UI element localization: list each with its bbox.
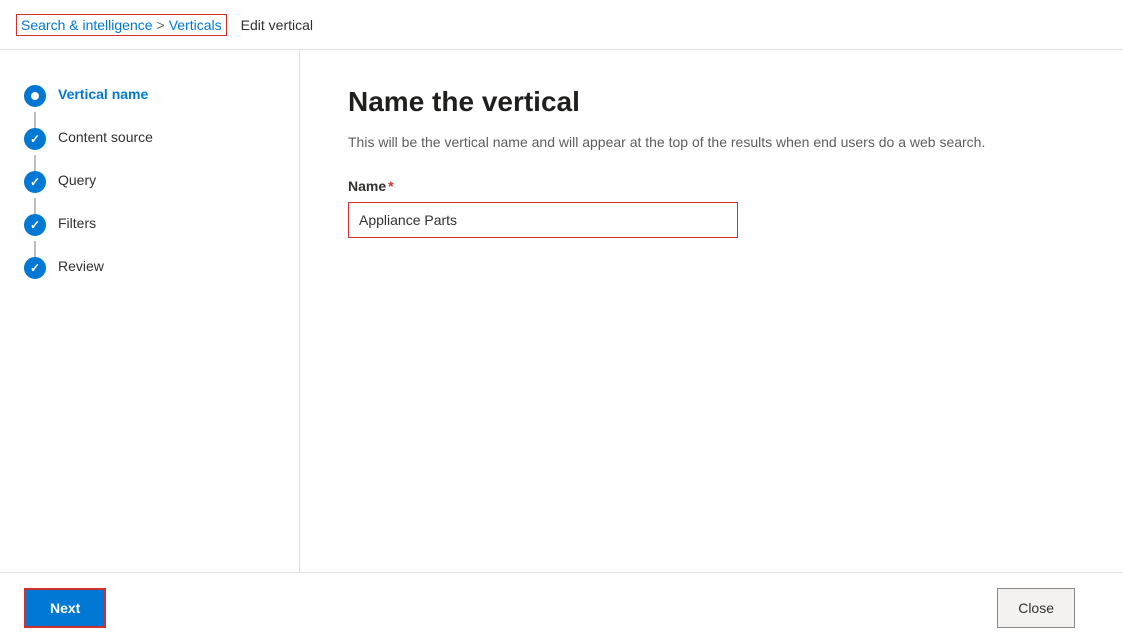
step-indicator-filters: ✓	[24, 214, 46, 236]
sidebar-label-review: Review	[58, 256, 104, 274]
footer: Next Close	[0, 572, 1123, 642]
next-button[interactable]: Next	[24, 588, 106, 628]
breadcrumb-sep-1: >	[157, 17, 165, 33]
breadcrumb-verticals[interactable]: Verticals	[169, 17, 222, 33]
page-description: This will be the vertical name and will …	[348, 134, 1048, 150]
step-indicator-review: ✓	[24, 257, 46, 279]
name-input[interactable]	[348, 202, 738, 238]
breadcrumb-bar: Search & intelligence > Verticals Edit v…	[0, 0, 1123, 50]
sidebar-item-vertical-name[interactable]: Vertical name	[0, 74, 299, 117]
checkmark-filters: ✓	[30, 218, 40, 232]
breadcrumb-group: Search & intelligence > Verticals	[16, 14, 227, 36]
required-star: *	[388, 178, 393, 194]
sidebar-label-query: Query	[58, 170, 96, 188]
sidebar-label-filters: Filters	[58, 213, 96, 231]
breadcrumb-search-intelligence[interactable]: Search & intelligence	[21, 17, 153, 33]
sidebar-item-query[interactable]: ✓ Query	[0, 160, 299, 203]
footer-inner: Next Close	[24, 588, 1099, 628]
content-area: Name the vertical This will be the verti…	[300, 50, 1123, 572]
step-dot	[31, 92, 39, 100]
sidebar-item-review[interactable]: ✓ Review	[0, 246, 299, 289]
checkmark-review: ✓	[30, 261, 40, 275]
sidebar-label-vertical-name: Vertical name	[58, 84, 148, 102]
page-title: Name the vertical	[348, 86, 1075, 118]
sidebar: Vertical name ✓ Content source ✓ Query ✓…	[0, 50, 300, 572]
step-indicator-vertical-name	[24, 85, 46, 107]
step-indicator-content-source: ✓	[24, 128, 46, 150]
field-label-name: Name*	[348, 178, 1075, 194]
close-button[interactable]: Close	[997, 588, 1075, 628]
sidebar-item-content-source[interactable]: ✓ Content source	[0, 117, 299, 160]
sidebar-label-content-source: Content source	[58, 127, 153, 145]
breadcrumb-current: Edit vertical	[241, 17, 313, 33]
main-content: Vertical name ✓ Content source ✓ Query ✓…	[0, 50, 1123, 572]
checkmark-query: ✓	[30, 175, 40, 189]
checkmark-content-source: ✓	[30, 132, 40, 146]
step-indicator-query: ✓	[24, 171, 46, 193]
sidebar-item-filters[interactable]: ✓ Filters	[0, 203, 299, 246]
field-label-text: Name	[348, 178, 386, 194]
